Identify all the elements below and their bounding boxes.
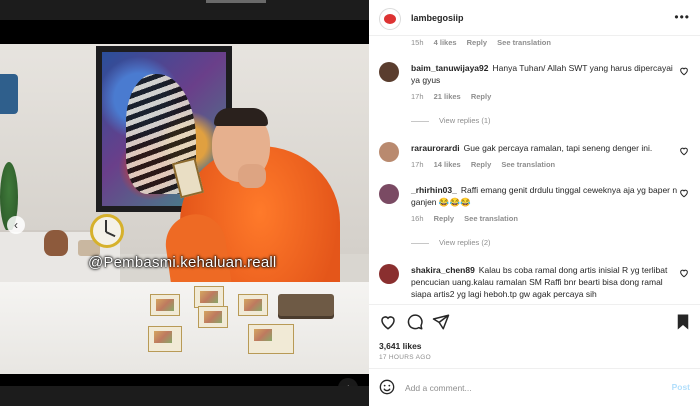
avatar[interactable] [379, 62, 399, 82]
tarot-card [150, 294, 180, 316]
comment-meta: 17h 14 likes Reply See translation [411, 160, 555, 169]
view-replies-button[interactable]: View replies (1) [411, 116, 491, 125]
previous-button[interactable]: ‹ [7, 216, 25, 234]
heart-icon[interactable] [679, 188, 689, 198]
comment-time: 15h [411, 38, 424, 47]
see-translation-button[interactable]: See translation [464, 214, 518, 223]
reply-button[interactable]: Reply [467, 38, 487, 47]
comment-meta: 17h 21 likes Reply [411, 92, 491, 101]
comment-username[interactable]: _rhirhin03_ [411, 185, 457, 195]
comment-bubble-icon[interactable] [406, 313, 424, 331]
tarot-card [248, 324, 294, 354]
post-modal: @Pembasmi.kehaluan.reall tribun ‹ lambeg… [0, 0, 700, 406]
heart-icon[interactable] [679, 268, 689, 278]
view-replies-button[interactable]: View replies (2) [411, 238, 491, 247]
comment-time: 17h [411, 92, 424, 101]
see-translation-button[interactable]: See translation [501, 160, 555, 169]
tarot-card [148, 326, 182, 352]
tarot-deck [278, 294, 334, 316]
avatar[interactable] [379, 8, 401, 30]
video-frame: @Pembasmi.kehaluan.reall tribun [0, 44, 369, 374]
post-username[interactable]: lambegosiip [411, 13, 464, 23]
comment-body: Gue gak percaya ramalan, tapi seneng den… [463, 143, 653, 153]
post-button[interactable]: Post [672, 382, 690, 392]
tarot-card [194, 286, 224, 308]
heart-icon[interactable] [679, 146, 689, 156]
reply-button[interactable]: Reply [434, 214, 454, 223]
avatar[interactable] [379, 184, 399, 204]
comment-meta-top: 15h 4 likes Reply See translation [411, 38, 551, 47]
comment-likes[interactable]: 14 likes [434, 160, 461, 169]
heart-icon[interactable] [679, 66, 689, 76]
likes-count[interactable]: 3,641 likes [379, 341, 422, 351]
mute-button[interactable] [338, 378, 358, 386]
comment-time: 17h [411, 160, 424, 169]
comment-username[interactable]: raraurorardi [411, 143, 460, 153]
comment-time: 16h [411, 214, 424, 223]
avatar-logo [384, 14, 396, 24]
person-hair [214, 108, 268, 126]
video-watermark: @Pembasmi.kehaluan.reall [88, 254, 277, 271]
comments-list[interactable]: 15h 4 likes Reply See translation baim_t… [369, 36, 700, 304]
tarot-card [198, 306, 228, 328]
comment-username[interactable]: baim_tanuwijaya92 [411, 63, 488, 73]
muted-speaker-icon [346, 384, 348, 386]
person-fist [238, 164, 266, 188]
comment-likes[interactable]: 4 likes [434, 38, 457, 47]
reply-button[interactable]: Reply [471, 160, 491, 169]
wall-sign [0, 74, 18, 114]
comment-text: raraurorardi Gue gak percaya ramalan, tap… [411, 142, 679, 154]
comment-input[interactable] [405, 380, 655, 396]
comment-likes[interactable]: 21 likes [434, 92, 461, 101]
more-options-icon[interactable]: ••• [674, 10, 690, 24]
comment-username[interactable]: shakira_chen89 [411, 265, 475, 275]
post-panel: lambegosiip ••• 15h 4 likes Reply See tr… [369, 0, 700, 406]
avatar[interactable] [379, 142, 399, 162]
comment-text: _rhirhin03_ Raffi emang genit drdulu ting… [411, 184, 679, 208]
comment-meta: 16h Reply See translation [411, 214, 518, 223]
post-video[interactable]: @Pembasmi.kehaluan.reall tribun ‹ [0, 20, 369, 386]
emoji-icon[interactable] [379, 379, 395, 395]
share-paper-plane-icon[interactable] [432, 313, 450, 331]
avatar[interactable] [379, 264, 399, 284]
post-header: lambegosiip ••• [369, 0, 700, 36]
like-heart-icon[interactable] [379, 313, 397, 331]
comment-text: shakira_chen89 Kalau bs coba ramal dong a… [411, 264, 679, 300]
strip-indicator [206, 0, 266, 3]
add-comment-bar: Post [369, 368, 700, 406]
top-strip [0, 0, 369, 20]
reply-button[interactable]: Reply [471, 92, 491, 101]
tarot-card [238, 294, 268, 316]
comment-text: baim_tanuwijaya92 Hanya Tuhan/ Allah SWT … [411, 62, 679, 86]
bookmark-icon[interactable] [674, 313, 692, 331]
post-timestamp[interactable]: 17 HOURS AGO [379, 354, 431, 361]
vase [44, 230, 68, 256]
see-translation-button[interactable]: See translation [497, 38, 551, 47]
post-actions: 3,641 likes 17 HOURS AGO [369, 304, 700, 364]
